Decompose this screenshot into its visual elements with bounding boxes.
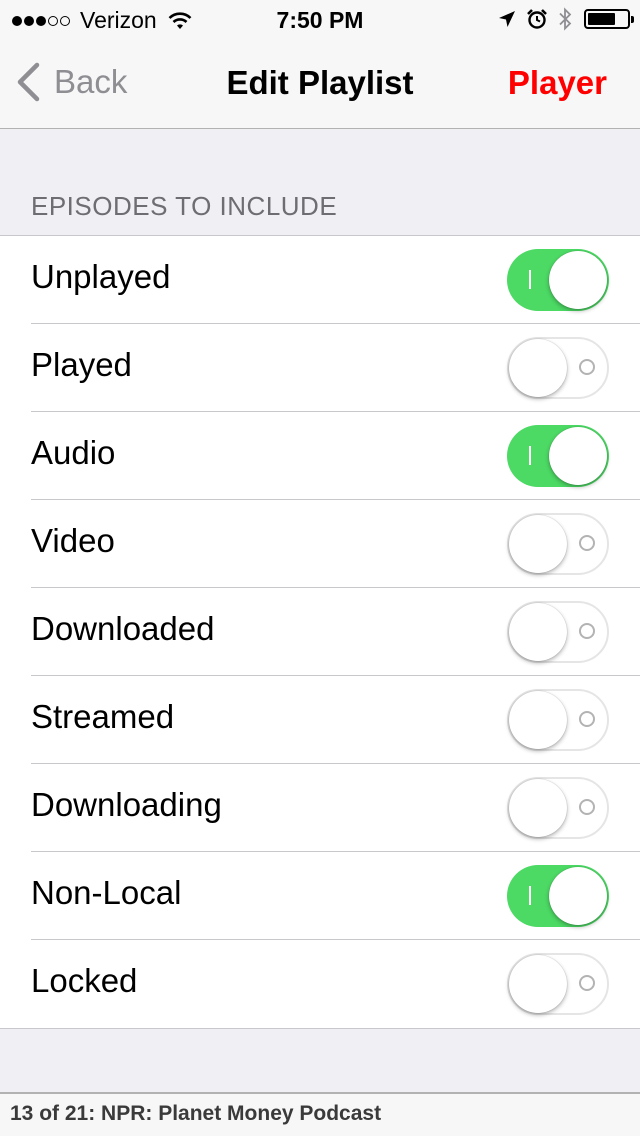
- toggle-knob: [549, 867, 607, 925]
- status-bar: Verizon 7:50 PM: [0, 0, 640, 40]
- toggle-off-mark-icon: [579, 975, 595, 991]
- toggle-knob: [509, 515, 567, 573]
- toggle-on-mark-icon: [529, 886, 531, 905]
- battery-icon: [584, 9, 634, 29]
- toggle-switch[interactable]: [507, 953, 609, 1015]
- list-item: Audio: [0, 412, 640, 500]
- list-item: Video: [0, 500, 640, 588]
- toggle-switch[interactable]: [507, 337, 609, 399]
- list-item: Played: [0, 324, 640, 412]
- list-item: Downloading: [0, 764, 640, 852]
- navigation-bar: Back Edit Playlist Player: [0, 40, 640, 129]
- status-bar-right: [488, 7, 634, 31]
- section-header: EPISODES TO INCLUDE: [31, 191, 338, 221]
- battery-fill: [588, 13, 615, 25]
- toggle-off-mark-icon: [579, 359, 595, 375]
- toggle-knob: [509, 691, 567, 749]
- toggle-switch[interactable]: [507, 601, 609, 663]
- now-playing-bar[interactable]: 13 of 21: NPR: Planet Money Podcast: [0, 1092, 640, 1136]
- list-item-label: Video: [31, 522, 115, 559]
- toggle-switch[interactable]: [507, 777, 609, 839]
- list-item-label: Unplayed: [31, 258, 171, 295]
- list-item: Downloaded: [0, 588, 640, 676]
- toggle-on-mark-icon: [529, 446, 531, 465]
- toggle-knob: [509, 339, 567, 397]
- list-item-label: Non-Local: [31, 874, 182, 911]
- bluetooth-icon: [559, 7, 572, 31]
- toggle-on-mark-icon: [529, 270, 531, 289]
- player-button[interactable]: Player: [508, 64, 607, 102]
- list-item: Non-Local: [0, 852, 640, 940]
- toggle-knob: [509, 955, 567, 1013]
- list-item-label: Audio: [31, 434, 116, 471]
- list-item-label: Streamed: [31, 698, 175, 735]
- toggle-knob: [509, 603, 567, 661]
- episode-filter-list: Unplayed Played Audio Video Downloaded Stream…: [0, 235, 640, 1029]
- toggle-knob: [549, 251, 607, 309]
- list-item-label: Downloading: [31, 786, 222, 823]
- toggle-switch[interactable]: [507, 689, 609, 751]
- list-item-label: Played: [31, 346, 132, 383]
- list-item: Locked: [0, 940, 640, 1028]
- toggle-knob: [549, 427, 607, 485]
- toggle-switch[interactable]: [507, 513, 609, 575]
- location-arrow-icon: [499, 11, 515, 27]
- toggle-switch[interactable]: [507, 865, 609, 927]
- toggle-knob: [509, 779, 567, 837]
- list-item: Streamed: [0, 676, 640, 764]
- now-playing-label: 13 of 21: NPR: Planet Money Podcast: [10, 1102, 382, 1125]
- toggle-off-mark-icon: [579, 535, 595, 551]
- toggle-off-mark-icon: [579, 623, 595, 639]
- toggle-off-mark-icon: [579, 711, 595, 727]
- list-item-label: Downloaded: [31, 610, 215, 647]
- list-item: Unplayed: [0, 236, 640, 324]
- toggle-off-mark-icon: [579, 799, 595, 815]
- alarm-icon: [527, 9, 547, 29]
- toggle-switch[interactable]: [507, 249, 609, 311]
- list-item-label: Locked: [31, 962, 138, 999]
- toggle-switch[interactable]: [507, 425, 609, 487]
